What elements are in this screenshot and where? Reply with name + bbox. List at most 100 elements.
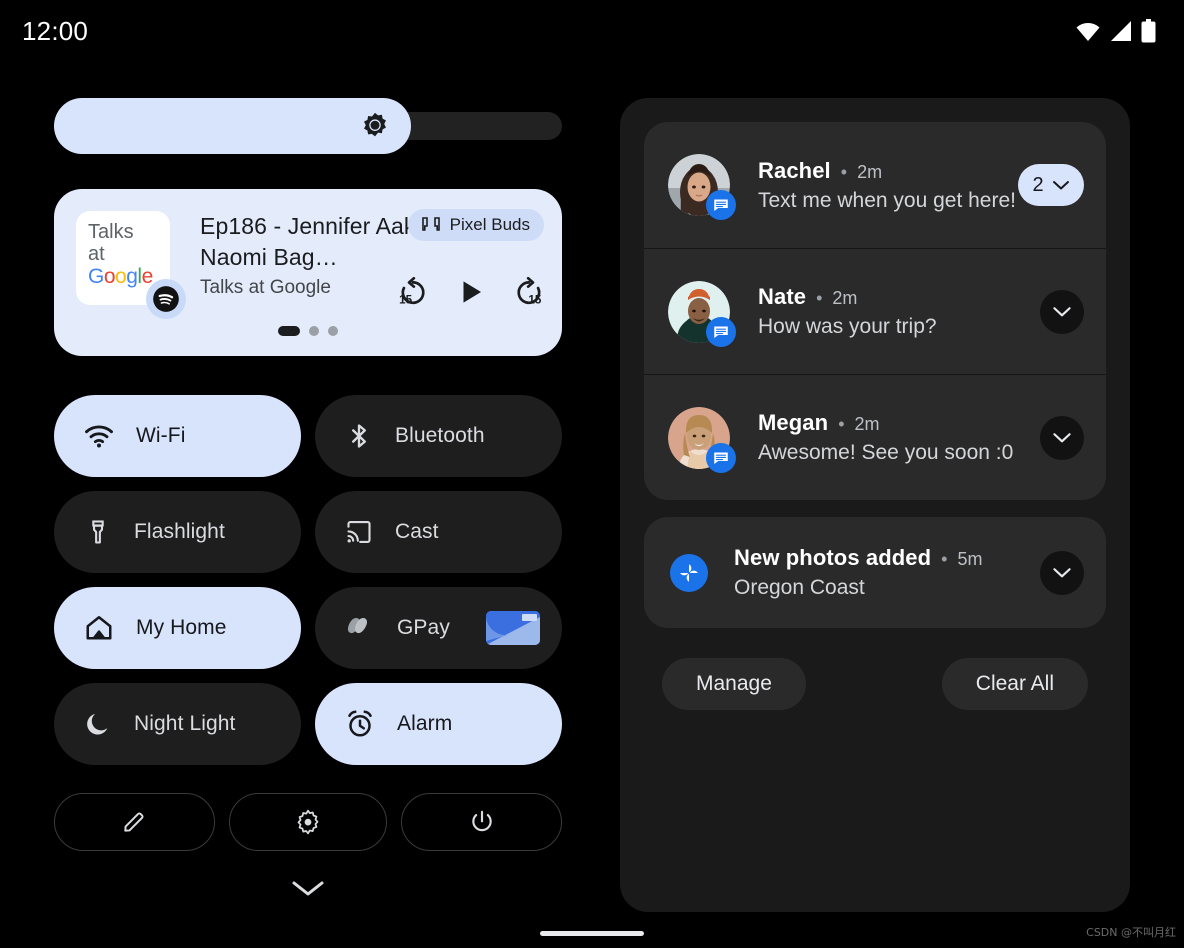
notification-sender: Nate	[758, 284, 807, 309]
messages-icon	[714, 325, 728, 338]
tile-label: Night Light	[134, 712, 236, 735]
messages-icon	[714, 451, 728, 464]
notification-subtitle: Oregon Coast	[734, 576, 865, 599]
album-art-line1: Talks	[88, 221, 134, 243]
notification-sender: Rachel	[758, 157, 831, 183]
notification-count-chip[interactable]: 2	[1018, 164, 1084, 206]
bank-card-art	[486, 611, 540, 645]
tile-wifi[interactable]: Wi-Fi	[54, 395, 301, 477]
chevron-down-icon	[1052, 181, 1069, 190]
home-icon	[86, 616, 112, 640]
avatar-wrapper	[668, 280, 736, 347]
quick-settings-footer	[54, 793, 563, 851]
collapse-handle[interactable]	[54, 877, 562, 899]
tile-bluetooth[interactable]: Bluetooth	[315, 395, 562, 477]
notification-body: Megan • 2m Awesome! See you soon :0	[758, 410, 1040, 465]
media-top-row: Talks at Google Pixel Buds Ep186 - Jenni…	[76, 209, 544, 319]
google-photos-app-icon	[670, 553, 708, 592]
moon-icon	[87, 713, 108, 735]
earbuds-icon	[421, 217, 440, 231]
tile-alarm[interactable]: Alarm	[315, 683, 562, 765]
notification-message: Awesome! See you soon :0	[758, 441, 1014, 464]
media-info: Pixel Buds Ep186 - Jennifer Aaker & Naom…	[200, 209, 544, 307]
edit-tiles-button[interactable]	[54, 793, 215, 851]
media-page-dots[interactable]	[54, 326, 562, 336]
tile-label: Bluetooth	[395, 424, 485, 447]
tile-my-home[interactable]: My Home	[54, 587, 301, 669]
notification-time: 2m	[854, 414, 880, 434]
notification-megan[interactable]: Megan • 2m Awesome! See you soon :0	[644, 374, 1106, 500]
media-player-card[interactable]: Talks at Google Pixel Buds Ep186 - Jenni…	[54, 189, 562, 356]
tile-cast[interactable]: Cast	[315, 491, 562, 573]
alarm-clock-icon	[348, 710, 372, 737]
notification-time: 2m	[857, 161, 883, 182]
notification-rachel[interactable]: Rachel • 2m Text me when you get here! 2	[644, 122, 1106, 248]
notification-body: Rachel • 2m Text me when you get here!	[758, 158, 1018, 213]
status-clock: 12:00	[22, 15, 89, 46]
quick-settings-column: Talks at Google Pixel Buds Ep186 - Jenni…	[54, 98, 563, 899]
replay-15-button[interactable]: 15	[396, 275, 430, 309]
messages-app-badge	[706, 316, 736, 347]
gpay-icon	[347, 617, 368, 634]
separator-dot: •	[840, 161, 848, 182]
notification-expand-button[interactable]	[1040, 415, 1084, 460]
cellular-signal-icon	[1111, 21, 1131, 41]
notification-message: How was your trip?	[758, 315, 937, 338]
tile-label: GPay	[397, 616, 450, 639]
tile-flashlight[interactable]: Flashlight	[54, 491, 301, 573]
manage-button[interactable]: Manage	[662, 658, 806, 710]
notification-expand-button[interactable]	[1040, 550, 1084, 595]
home-indicator[interactable]	[540, 931, 644, 936]
chevron-down-icon	[1053, 568, 1071, 578]
avatar-wrapper	[668, 406, 736, 473]
play-button[interactable]	[456, 275, 486, 309]
messages-app-badge	[706, 442, 736, 473]
notification-time: 2m	[832, 288, 858, 308]
clear-all-button[interactable]: Clear All	[941, 658, 1088, 710]
tile-night-light[interactable]: Night Light	[54, 683, 301, 765]
notification-message: Text me when you get here!	[758, 188, 1016, 212]
gear-icon	[297, 809, 319, 835]
brightness-sun-icon	[364, 112, 386, 137]
notification-sender: Megan	[758, 410, 829, 435]
google-photos-icon	[680, 563, 698, 582]
replay-15-label: 15	[399, 294, 412, 307]
separator-dot: •	[941, 549, 948, 569]
separator-dot: •	[816, 288, 823, 308]
media-page-dot[interactable]	[278, 326, 300, 336]
brightness-slider-fill[interactable]	[54, 98, 411, 154]
brightness-slider[interactable]	[54, 98, 562, 154]
forward-15-button[interactable]: 15	[512, 275, 546, 309]
spotify-icon	[153, 286, 179, 312]
tile-gpay[interactable]: GPay	[315, 587, 562, 669]
tile-label: My Home	[136, 616, 227, 639]
bluetooth-icon	[352, 424, 366, 448]
media-page-dot[interactable]	[328, 326, 338, 336]
power-button[interactable]	[401, 793, 563, 851]
media-output-chip[interactable]: Pixel Buds	[407, 209, 544, 241]
notification-expand-button[interactable]	[1040, 289, 1084, 334]
media-page-dot[interactable]	[309, 326, 319, 336]
media-controls: 15 15	[396, 275, 546, 309]
bank-card-thumbnail	[486, 611, 540, 645]
album-art-wrapper: Talks at Google	[76, 211, 186, 319]
chevron-down-icon	[1053, 307, 1071, 317]
flashlight-icon	[92, 520, 104, 544]
notification-photos[interactable]: New photos added • 5m Oregon Coast	[644, 517, 1106, 628]
avatar-wrapper	[668, 154, 736, 220]
album-art-line2: at	[88, 243, 105, 265]
messages-app-badge	[706, 190, 736, 220]
wifi-icon	[1076, 23, 1100, 41]
status-bar: 12:00	[0, 0, 1184, 62]
chevron-down-icon	[1053, 433, 1071, 443]
photos-notification-body: New photos added • 5m Oregon Coast	[734, 545, 1040, 600]
pencil-icon	[124, 812, 144, 832]
notification-header: Megan • 2m	[758, 410, 1040, 436]
notification-actions: Manage Clear All	[644, 658, 1106, 710]
notification-nate[interactable]: Nate • 2m How was your trip?	[644, 248, 1106, 374]
conversation-notification-group: Rachel • 2m Text me when you get here! 2	[644, 122, 1106, 500]
chevron-down-icon	[292, 881, 324, 896]
settings-button[interactable]	[228, 793, 388, 851]
tile-label: Flashlight	[134, 520, 225, 543]
photos-notification-row: New photos added • 5m Oregon Coast	[644, 517, 1106, 628]
